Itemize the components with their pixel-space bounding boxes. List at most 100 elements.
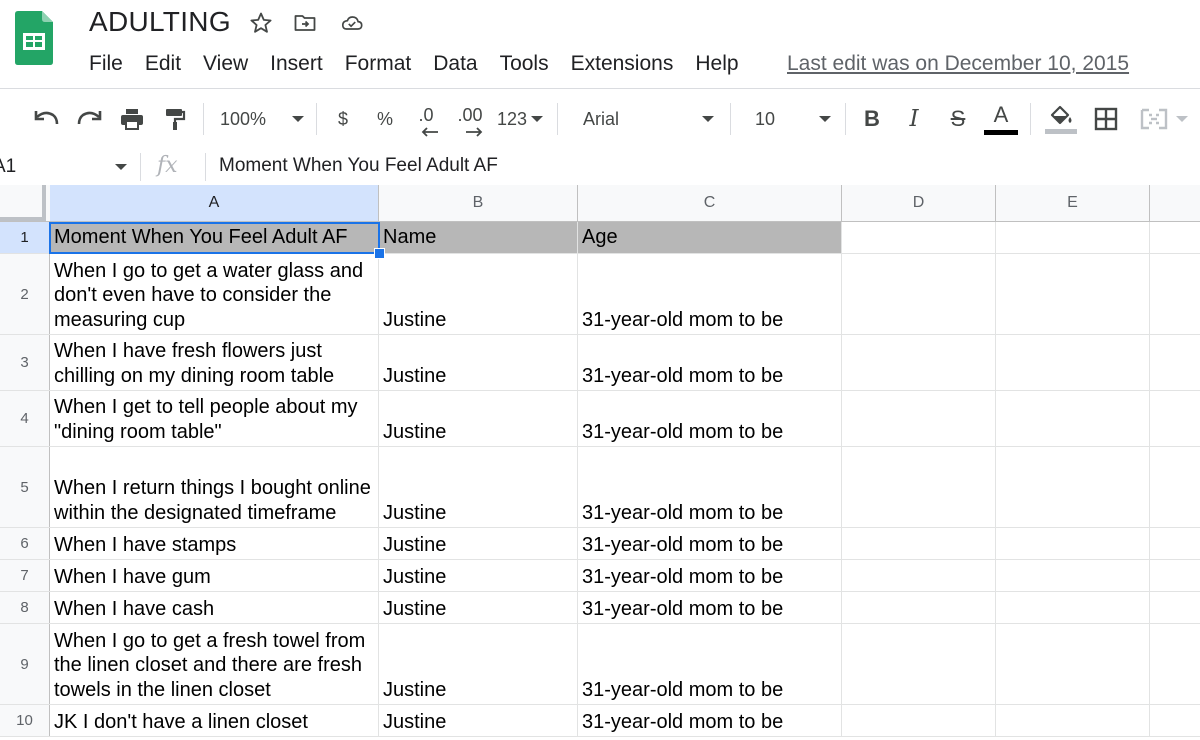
paint-format-icon[interactable]: [160, 89, 190, 149]
column-header-e[interactable]: E: [996, 185, 1150, 221]
cell-a3[interactable]: When I have fresh flowers just chilling …: [50, 335, 379, 390]
row-header[interactable]: 8: [0, 592, 50, 623]
zoom-select[interactable]: 100%: [214, 89, 310, 149]
cell-a9[interactable]: When I go to get a fresh towel from the …: [50, 624, 379, 704]
column-header-d[interactable]: D: [842, 185, 996, 221]
cell-f8[interactable]: [1150, 592, 1200, 623]
cell-e2[interactable]: [996, 254, 1150, 334]
menu-edit[interactable]: Edit: [134, 50, 192, 78]
row-header[interactable]: 1: [0, 222, 50, 253]
font-family-select[interactable]: Arial: [572, 89, 722, 149]
document-title[interactable]: ADULTING: [89, 4, 231, 40]
cell-e8[interactable]: [996, 592, 1150, 623]
last-edit-link[interactable]: Last edit was on December 10, 2015: [787, 50, 1129, 78]
bold-button[interactable]: B: [858, 89, 886, 149]
star-icon[interactable]: [249, 11, 273, 35]
column-header-a[interactable]: A: [50, 185, 379, 221]
menu-format[interactable]: Format: [334, 50, 423, 78]
menu-tools[interactable]: Tools: [489, 50, 560, 78]
cell-e10[interactable]: [996, 705, 1150, 736]
cell-f9[interactable]: [1150, 624, 1200, 704]
cell-b1[interactable]: Name: [379, 222, 578, 253]
text-color-button[interactable]: A: [984, 89, 1018, 149]
cell-a1[interactable]: Moment When You Feel Adult AF: [50, 222, 379, 253]
menu-file[interactable]: File: [78, 50, 134, 78]
redo-icon[interactable]: [74, 89, 106, 149]
cell-d8[interactable]: [842, 592, 996, 623]
row-header[interactable]: 4: [0, 391, 50, 446]
cell-c1[interactable]: Age: [578, 222, 842, 253]
cell-f10[interactable]: [1150, 705, 1200, 736]
cell-b5[interactable]: Justine: [379, 447, 578, 527]
cell-a7[interactable]: When I have gum: [50, 560, 379, 591]
cell-e1[interactable]: [996, 222, 1150, 253]
cell-a4[interactable]: When I get to tell people about my "dini…: [50, 391, 379, 446]
cell-c4[interactable]: 31-year-old mom to be: [578, 391, 842, 446]
cell-a6[interactable]: When I have stamps: [50, 528, 379, 559]
row-header[interactable]: 7: [0, 560, 50, 591]
font-size-select[interactable]: 10: [745, 89, 835, 149]
column-header-b[interactable]: B: [379, 185, 578, 221]
cell-c8[interactable]: 31-year-old mom to be: [578, 592, 842, 623]
row-header[interactable]: 2: [0, 254, 50, 334]
cell-a5[interactable]: When I return things I bought online wit…: [50, 447, 379, 527]
cell-b2[interactable]: Justine: [379, 254, 578, 334]
more-formats-button[interactable]: 123: [494, 89, 546, 149]
cell-b7[interactable]: Justine: [379, 560, 578, 591]
cell-e3[interactable]: [996, 335, 1150, 390]
select-all-corner[interactable]: [0, 185, 46, 221]
cell-b8[interactable]: Justine: [379, 592, 578, 623]
percent-button[interactable]: %: [372, 89, 398, 149]
cell-b6[interactable]: Justine: [379, 528, 578, 559]
cell-c6[interactable]: 31-year-old mom to be: [578, 528, 842, 559]
cell-c5[interactable]: 31-year-old mom to be: [578, 447, 842, 527]
cell-b9[interactable]: Justine: [379, 624, 578, 704]
menu-view[interactable]: View: [192, 50, 259, 78]
move-to-folder-icon[interactable]: [293, 11, 317, 35]
name-box[interactable]: A1: [0, 149, 140, 185]
cell-e9[interactable]: [996, 624, 1150, 704]
cell-f6[interactable]: [1150, 528, 1200, 559]
undo-icon[interactable]: [30, 89, 62, 149]
fill-color-button[interactable]: [1044, 89, 1078, 149]
cloud-status-icon[interactable]: [340, 11, 364, 35]
cell-d6[interactable]: [842, 528, 996, 559]
cell-c10[interactable]: 31-year-old mom to be: [578, 705, 842, 736]
cell-f2[interactable]: [1150, 254, 1200, 334]
cell-d1[interactable]: [842, 222, 996, 253]
cell-d5[interactable]: [842, 447, 996, 527]
merge-cells-button[interactable]: [1136, 89, 1192, 149]
cell-e4[interactable]: [996, 391, 1150, 446]
cell-e6[interactable]: [996, 528, 1150, 559]
row-header[interactable]: 5: [0, 447, 50, 527]
row-header[interactable]: 3: [0, 335, 50, 390]
menu-insert[interactable]: Insert: [259, 50, 334, 78]
currency-button[interactable]: $: [330, 89, 356, 149]
borders-icon[interactable]: [1092, 89, 1120, 149]
row-header[interactable]: 10: [0, 705, 50, 736]
decrease-decimal-button[interactable]: .0: [410, 89, 442, 149]
formula-input[interactable]: Moment When You Feel Adult AF: [219, 149, 498, 183]
cell-f1[interactable]: [1150, 222, 1200, 253]
sheets-logo[interactable]: [15, 11, 53, 65]
cell-d7[interactable]: [842, 560, 996, 591]
fill-handle[interactable]: [374, 248, 385, 259]
italic-button[interactable]: I: [900, 89, 928, 149]
increase-decimal-button[interactable]: .00: [452, 89, 488, 149]
cell-a2[interactable]: When I go to get a water glass and don't…: [50, 254, 379, 334]
cell-e7[interactable]: [996, 560, 1150, 591]
cell-f5[interactable]: [1150, 447, 1200, 527]
cell-d4[interactable]: [842, 391, 996, 446]
column-header-c[interactable]: C: [578, 185, 842, 221]
cell-b10[interactable]: Justine: [379, 705, 578, 736]
cell-c7[interactable]: 31-year-old mom to be: [578, 560, 842, 591]
cell-d3[interactable]: [842, 335, 996, 390]
cell-f3[interactable]: [1150, 335, 1200, 390]
row-header[interactable]: 6: [0, 528, 50, 559]
cell-d10[interactable]: [842, 705, 996, 736]
cell-e5[interactable]: [996, 447, 1150, 527]
cell-f4[interactable]: [1150, 391, 1200, 446]
cell-c2[interactable]: 31-year-old mom to be: [578, 254, 842, 334]
print-icon[interactable]: [116, 89, 148, 149]
column-header-f[interactable]: [1150, 185, 1200, 221]
